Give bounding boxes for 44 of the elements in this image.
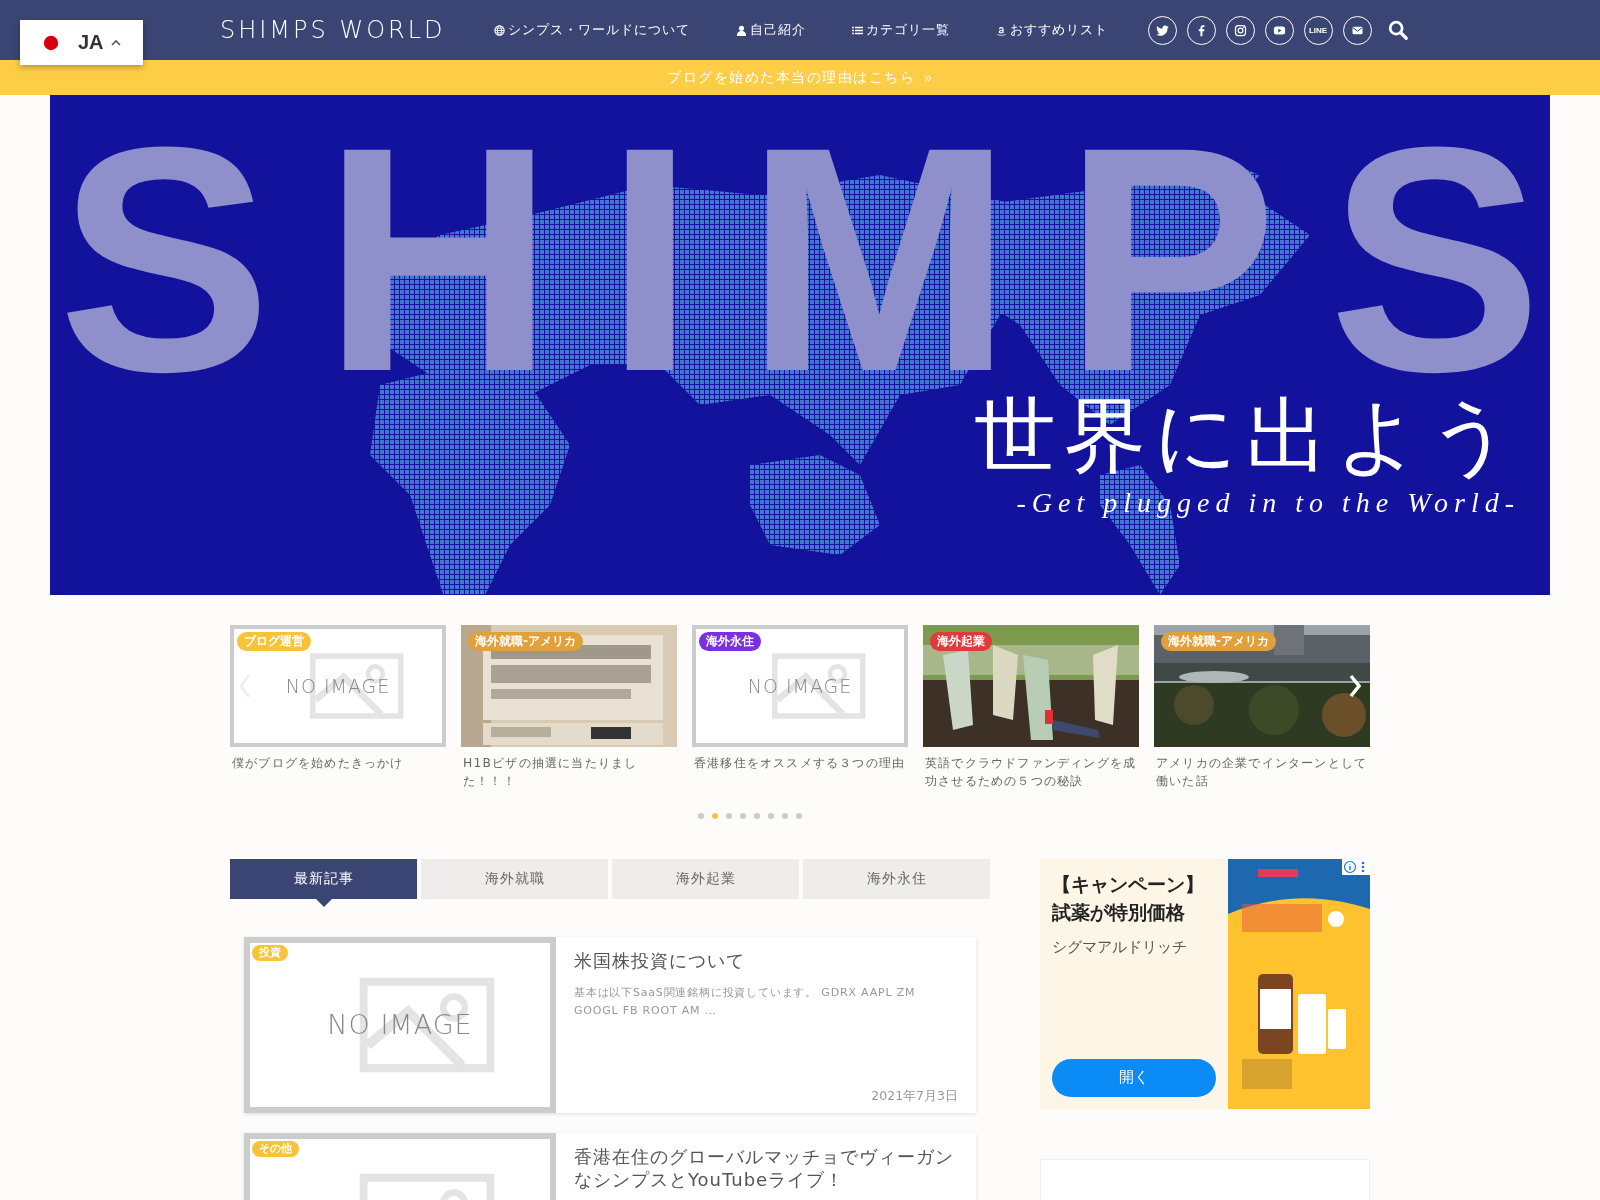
ad-info-icon[interactable] — [1342, 858, 1370, 875]
carousel-dot[interactable] — [782, 812, 788, 819]
carousel-slide[interactable]: ブログ運営 NO IMAGE 僕がブログを始めたきっかけ — [230, 625, 446, 791]
carousel-dot[interactable] — [712, 812, 718, 819]
bird-icon — [1154, 22, 1170, 38]
carousel-dot[interactable] — [768, 812, 774, 819]
hero-tagline: -Get plugged in to the World- — [1016, 487, 1520, 519]
nav-link[interactable]: カテゴリ一覧 — [851, 21, 950, 39]
category-badge: 海外就職-アメリカ — [1161, 632, 1276, 651]
category-badge: 海外起業 — [930, 632, 992, 651]
article-excerpt: 基本は以下SaaS関連銘柄に投資しています。 GDRX AAPL ZM GOOGL FB ROOT AM … — [574, 985, 917, 1019]
carousel-slide[interactable]: 海外永住 NO IMAGE 香港移住をオススメする３つの理由 — [692, 625, 908, 791]
category-badge: ブログ運営 — [237, 632, 311, 651]
category-badge: 海外就職-アメリカ — [468, 632, 583, 651]
nav-link[interactable]: シンプス・ワールドについて — [493, 21, 690, 39]
list-icon — [851, 24, 863, 36]
carousel-dot[interactable] — [726, 812, 732, 819]
letter-a-icon — [995, 24, 1007, 36]
hero-letter: S — [58, 115, 272, 403]
nav-link[interactable]: おすすめリスト — [995, 21, 1108, 39]
ad-advertiser: シグマアルドリッチ — [1052, 938, 1188, 957]
nav-link[interactable]: 自己紹介 — [735, 21, 806, 39]
article-title[interactable]: 香港在住のグローバルマッチョでヴィーガンなシンプスとYouTubeライブ！ — [574, 1144, 958, 1192]
carousel-dot[interactable] — [698, 812, 704, 819]
language-switcher[interactable]: JA — [20, 20, 143, 65]
carousel-slide[interactable]: 海外就職-アメリカ アメリカの企業でインターンとして働いた話 — [1154, 625, 1370, 791]
category-tab[interactable]: 最新記事 — [230, 858, 417, 907]
article-card[interactable]: その他 香港在住のグローバルマッチョでヴィーガンなシンプスとYouTubeライブ！ — [244, 1132, 976, 1200]
article-card[interactable]: 投資 NO IMAGE 米国株投資について 基本は以下SaaS関連銘柄に投資しています。 GDRX AAPL ZM GOOGL FB ROOT AM … 2021年7月3日 — [244, 936, 976, 1113]
search-icon[interactable] — [1386, 19, 1409, 41]
globe-icon — [493, 24, 505, 36]
carousel-slide[interactable]: 海外起業 英語でクラウドファンディングを成功させるための５つの秘訣 — [923, 625, 1139, 791]
article-date: 2021年7月3日 — [871, 1087, 958, 1105]
site-title[interactable]: SHIMPS WORLD — [220, 16, 446, 44]
category-badge: 海外永住 — [699, 632, 761, 651]
person-icon — [735, 24, 747, 36]
carousel-dot[interactable] — [796, 812, 802, 819]
camera-icon — [1232, 22, 1248, 38]
ad-headline[interactable]: 【キャンペーン】 試薬が特別価格 — [1052, 870, 1216, 928]
carousel-dot[interactable] — [740, 812, 746, 819]
carousel-dot[interactable] — [754, 812, 760, 819]
carousel-slide[interactable]: 海外就職-アメリカ H1Bビザの抽選に当たりました！！！ — [461, 625, 677, 791]
article-title[interactable]: 米国株投資について — [574, 948, 958, 973]
flag-icon — [42, 33, 60, 52]
